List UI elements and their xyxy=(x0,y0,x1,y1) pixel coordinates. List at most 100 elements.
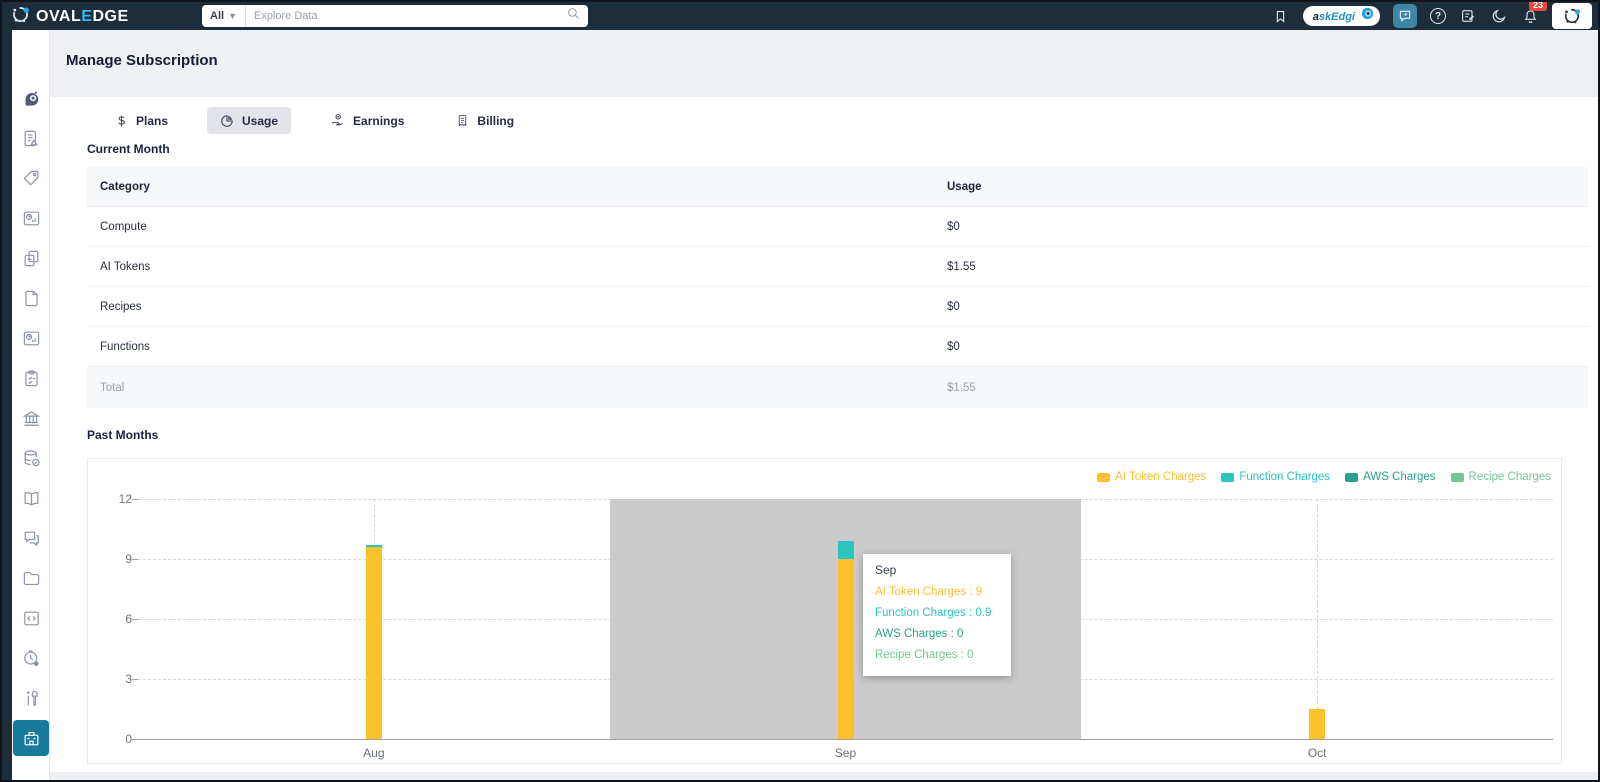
legend-swatch xyxy=(1450,472,1464,482)
askedgi-robot-icon xyxy=(22,89,41,108)
column-header-category: Category xyxy=(100,180,150,193)
y-tick-label: 6 xyxy=(125,612,132,626)
current-month-title: Current Month xyxy=(87,142,170,156)
askedgi-label: aaskEdgiskEdgi xyxy=(1312,11,1355,23)
sidebar-item-data-story[interactable] xyxy=(13,120,49,156)
sidebar-nav xyxy=(12,80,50,756)
sidebar-item-projects-folder[interactable] xyxy=(13,560,49,596)
dollar-icon xyxy=(115,114,128,128)
legend-item-Recipe Charges[interactable]: Recipe Charges xyxy=(1450,471,1551,483)
page-title: Manage Subscription xyxy=(66,52,218,69)
app-window: OVALEDGE All▼ aaskEdgiskEdgi xyxy=(0,0,1600,782)
notifications-bell-icon[interactable]: 23 xyxy=(1521,2,1548,25)
main-content: Manage Subscription Plans Usage Earnings… xyxy=(50,30,1598,780)
y-tick-label: 12 xyxy=(118,492,132,506)
sidebar-item-collaboration-chat[interactable] xyxy=(13,520,49,556)
bar-Aug-Function Charges[interactable] xyxy=(365,545,382,547)
y-tick-label: 9 xyxy=(125,552,132,566)
tab-billing[interactable]: Billing xyxy=(443,107,527,134)
release-notes-icon[interactable] xyxy=(1459,7,1477,25)
job-scheduler-icon xyxy=(22,649,41,668)
y-tick-mark xyxy=(132,679,138,680)
legend-item-Function Charges[interactable]: Function Charges xyxy=(1221,471,1330,483)
data-story-icon xyxy=(22,129,41,148)
table-row-functions: Functions $0 xyxy=(87,327,1588,367)
sidebar-item-business-glossary[interactable] xyxy=(13,480,49,516)
bar-Sep-AI Token Charges[interactable] xyxy=(837,559,854,739)
bar-Oct-AI Token Charges[interactable] xyxy=(1309,709,1326,739)
admin-tools-icon xyxy=(22,689,41,708)
table-row-recipes: Recipes $0 xyxy=(87,287,1588,327)
pie-chart-icon xyxy=(220,114,234,128)
ovaledge-logo[interactable]: OVALEDGE xyxy=(10,4,129,30)
subscription-card: Plans Usage Earnings Billing Current Mon… xyxy=(50,97,1598,772)
chart-tooltip: Sep AI Token Charges : 9 Function Charges … xyxy=(863,554,1011,676)
sidebar-item-subscription-building[interactable] xyxy=(13,720,49,756)
dark-mode-moon-icon[interactable] xyxy=(1490,7,1508,25)
legend-item-AI Token Charges[interactable]: AI Token Charges xyxy=(1097,471,1206,483)
y-tick-mark xyxy=(132,499,138,500)
table-row-compute: Compute $0 xyxy=(87,207,1588,247)
ovaledge-logo-icon xyxy=(10,4,31,30)
x-axis-line xyxy=(138,739,1553,740)
y-tick-label: 0 xyxy=(125,732,132,746)
sidebar-item-checklist[interactable] xyxy=(13,360,49,396)
feedback-chat-icon[interactable] xyxy=(1393,4,1417,28)
bookmark-icon[interactable] xyxy=(1272,7,1290,25)
top-navbar: OVALEDGE All▼ aaskEdgiskEdgi xyxy=(2,2,1598,30)
help-icon[interactable]: ? xyxy=(1430,8,1446,24)
sidebar-item-admin-tools[interactable] xyxy=(13,680,49,716)
past-months-title: Past Months xyxy=(87,428,159,442)
sidebar-item-data-sources[interactable] xyxy=(13,440,49,476)
tooltip-line: AWS Charges : 0 xyxy=(875,628,964,640)
y-tick-label: 3 xyxy=(125,672,132,686)
tooltip-line: AI Token Charges : 9 xyxy=(875,586,983,598)
tooltip-line: Function Charges : 0.9 xyxy=(875,607,992,619)
sidebar-item-reports-dashboard[interactable] xyxy=(13,320,49,356)
profile-avatar[interactable] xyxy=(1552,3,1592,29)
usage-table: Category Usage Compute $0 AI Tokens $1.5… xyxy=(87,167,1588,408)
business-glossary-icon xyxy=(22,489,41,508)
copies-icon xyxy=(22,249,41,268)
tags-icon xyxy=(22,169,41,188)
search-scope-dropdown[interactable]: All ▼ xyxy=(202,5,246,27)
category-guide-line xyxy=(1317,499,1319,739)
sidebar-item-documents[interactable] xyxy=(13,280,49,316)
collaboration-chat-icon xyxy=(22,529,41,548)
sidebar-item-tags[interactable] xyxy=(13,160,49,196)
askedgi-button[interactable]: aaskEdgiskEdgi xyxy=(1302,6,1380,26)
documents-icon xyxy=(22,289,41,308)
bar-Sep-Function Charges[interactable] xyxy=(837,541,854,559)
sidebar-item-governance-bank[interactable] xyxy=(13,400,49,436)
tooltip-title: Sep xyxy=(875,563,897,577)
sidebar-item-askedgi-robot[interactable] xyxy=(13,80,49,116)
legend-swatch xyxy=(1097,472,1111,482)
y-tick-mark xyxy=(132,619,138,620)
sidebar-item-query-sheet[interactable] xyxy=(13,600,49,636)
usage-table-header: Category Usage xyxy=(87,167,1588,207)
x-axis-label-Aug: Aug xyxy=(363,746,385,760)
tab-earnings[interactable]: Earnings xyxy=(317,107,417,134)
subscription-building-icon xyxy=(22,729,41,748)
sidebar-item-job-scheduler[interactable] xyxy=(13,640,49,676)
legend-item-AWS Charges[interactable]: AWS Charges xyxy=(1345,471,1436,483)
x-axis-label-Oct: Oct xyxy=(1307,746,1327,760)
sidebar-item-copies[interactable] xyxy=(13,240,49,276)
tooltip-line: Recipe Charges : 0 xyxy=(875,649,974,661)
past-months-chart: AI Token Charges Function Charges AWS Char… xyxy=(87,458,1562,764)
table-row-ai-tokens: AI Tokens $1.55 xyxy=(87,247,1588,287)
subscription-tabs: Plans Usage Earnings Billing xyxy=(102,107,527,134)
checklist-icon xyxy=(22,369,41,388)
search-icon[interactable] xyxy=(567,7,580,25)
column-header-usage: Usage xyxy=(947,180,982,193)
search-input[interactable] xyxy=(245,10,567,22)
tab-usage[interactable]: Usage xyxy=(207,107,292,134)
reports-dashboard-icon xyxy=(22,329,41,348)
tab-plans[interactable]: Plans xyxy=(102,107,181,134)
y-tick-mark xyxy=(132,559,138,560)
table-row-total: Total $1.55 xyxy=(87,367,1588,408)
sidebar-item-usage-dashboard[interactable] xyxy=(13,200,49,236)
bar-Aug-AI Token Charges[interactable] xyxy=(365,547,382,739)
logo-wordmark: OVALEDGE xyxy=(36,8,129,25)
billing-receipt-icon xyxy=(456,113,469,128)
